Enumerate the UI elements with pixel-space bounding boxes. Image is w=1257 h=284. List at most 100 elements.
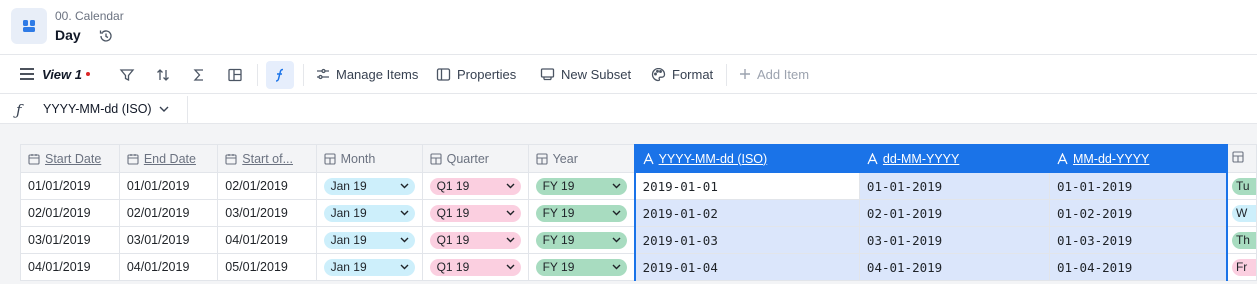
cell-dmy[interactable]: 02-01-2019 [858, 199, 1050, 227]
month-dropdown[interactable]: Jan 19 [323, 231, 415, 249]
cell-month[interactable]: Jan 19 [315, 199, 423, 227]
cell-start-date[interactable]: 01/01/2019 [20, 172, 120, 200]
cell-mdy[interactable]: 01-02-2019 [1048, 199, 1228, 227]
cell-start-date[interactable]: 04/01/2019 [20, 253, 120, 281]
cell-start-of[interactable]: 03/01/2019 [217, 199, 317, 227]
view-label: View 1 [42, 66, 82, 82]
cell-start-of[interactable]: 02/01/2019 [217, 172, 317, 200]
column-header-selected[interactable]: dd-MM-YYYY [858, 144, 1050, 173]
cell-mdy[interactable]: 01-03-2019 [1048, 226, 1228, 254]
chevron-down-icon [400, 264, 409, 270]
cell-quarter[interactable]: Q1 19 [421, 199, 529, 227]
cell-year[interactable]: FY 19 [527, 172, 636, 200]
format-button[interactable]: Format [651, 55, 713, 93]
table-row[interactable]: 01/01/2019 01/01/2019 02/01/2019 Jan 19 Q1 1… [20, 172, 1257, 200]
cell-end-date[interactable]: 04/01/2019 [118, 253, 219, 281]
quarter-dropdown[interactable]: Q1 19 [429, 177, 521, 195]
filter-button[interactable] [113, 61, 141, 89]
toolbar-divider [726, 64, 727, 86]
cell-iso[interactable]: 2019-01-04 [633, 253, 860, 281]
formula-button[interactable] [266, 61, 294, 89]
chevron-down-icon [400, 237, 409, 243]
cell-start-of[interactable]: 05/01/2019 [217, 253, 317, 281]
calendar-icon [28, 153, 40, 165]
cell-start-date[interactable]: 03/01/2019 [20, 226, 120, 254]
palette-icon [651, 67, 666, 81]
new-subset-button[interactable]: New Subset [540, 55, 631, 93]
cell-dmy[interactable]: 04-01-2019 [858, 253, 1050, 281]
cell-dmy[interactable]: 01-01-2019 [858, 172, 1050, 200]
layout-button[interactable] [221, 61, 249, 89]
cell-end-date[interactable]: 03/01/2019 [118, 226, 219, 254]
property-selector[interactable]: YYYY-MM-dd (ISO) [43, 102, 169, 116]
cell-partial[interactable]: W [1226, 199, 1257, 227]
properties-button[interactable]: Properties [436, 55, 516, 93]
text-icon [1057, 152, 1068, 164]
cell-year[interactable]: FY 19 [527, 199, 636, 227]
toolbar-divider [257, 64, 258, 86]
chevron-down-icon [506, 183, 515, 189]
table-row[interactable]: 02/01/2019 02/01/2019 03/01/2019 Jan 19 Q1 1… [20, 199, 1257, 227]
cell-quarter[interactable]: Q1 19 [421, 172, 529, 200]
cell-mdy[interactable]: 01-04-2019 [1048, 253, 1228, 281]
column-header-selected[interactable]: MM-dd-YYYY [1048, 144, 1228, 173]
cell-iso[interactable]: 2019-01-01 [633, 172, 860, 200]
calendar-app-icon[interactable] [11, 8, 47, 44]
sort-button[interactable] [149, 61, 177, 89]
cell-year[interactable]: FY 19 [527, 226, 636, 254]
summary-button[interactable] [185, 61, 213, 89]
column-header[interactable]: Start Date [20, 144, 120, 173]
quarter-dropdown[interactable]: Q1 19 [429, 204, 521, 222]
toolbar-divider [303, 64, 304, 86]
cell-partial[interactable]: Tu [1226, 172, 1257, 200]
page-header: 00. Calendar Day [0, 0, 1257, 52]
month-dropdown[interactable]: Jan 19 [323, 204, 415, 222]
cell-quarter[interactable]: Q1 19 [421, 253, 529, 281]
filter-icon [119, 69, 135, 82]
view-selector[interactable]: View 1 [20, 55, 90, 93]
column-header[interactable]: Year [527, 144, 636, 173]
weekday-pill[interactable]: Tu [1231, 177, 1256, 195]
cell-month[interactable]: Jan 19 [315, 253, 423, 281]
year-dropdown[interactable]: FY 19 [535, 177, 627, 195]
cell-partial[interactable]: Fr [1226, 253, 1257, 281]
cell-iso[interactable]: 2019-01-03 [633, 226, 860, 254]
manage-items-button[interactable]: Manage Items [316, 55, 418, 93]
cell-month[interactable]: Jan 19 [315, 172, 423, 200]
cell-partial[interactable]: Th [1226, 226, 1257, 254]
column-header[interactable]: Start of... [217, 144, 317, 173]
sort-icon [157, 69, 169, 81]
cell-mdy[interactable]: 01-01-2019 [1048, 172, 1228, 200]
add-item-button[interactable]: Add Item [739, 55, 809, 93]
year-dropdown[interactable]: FY 19 [535, 258, 627, 276]
column-header-partial[interactable] [1226, 144, 1257, 173]
table-row[interactable]: 03/01/2019 03/01/2019 04/01/2019 Jan 19 Q1 1… [20, 226, 1257, 254]
column-header[interactable]: Quarter [421, 144, 529, 173]
column-header[interactable]: End Date [118, 144, 219, 173]
cell-year[interactable]: FY 19 [527, 253, 636, 281]
table-row[interactable]: 04/01/2019 04/01/2019 05/01/2019 Jan 19 Q1 1… [20, 253, 1257, 281]
cell-iso[interactable]: 2019-01-02 [633, 199, 860, 227]
weekday-pill[interactable]: Th [1231, 231, 1256, 249]
month-dropdown[interactable]: Jan 19 [323, 177, 415, 195]
cell-start-of[interactable]: 04/01/2019 [217, 226, 317, 254]
quarter-dropdown[interactable]: Q1 19 [429, 258, 521, 276]
weekday-pill[interactable]: Fr [1231, 258, 1256, 276]
weekday-pill[interactable]: W [1231, 204, 1256, 222]
cell-month[interactable]: Jan 19 [315, 226, 423, 254]
year-dropdown[interactable]: FY 19 [535, 204, 627, 222]
month-dropdown[interactable]: Jan 19 [323, 258, 415, 276]
formula-bar: ƒ YYYY-MM-dd (ISO) [0, 96, 1257, 124]
year-dropdown[interactable]: FY 19 [535, 231, 627, 249]
cell-quarter[interactable]: Q1 19 [421, 226, 529, 254]
column-header[interactable]: Month [315, 144, 423, 173]
cell-dmy[interactable]: 03-01-2019 [858, 226, 1050, 254]
cell-end-date[interactable]: 01/01/2019 [118, 172, 219, 200]
text-icon [867, 152, 878, 164]
cell-start-date[interactable]: 02/01/2019 [20, 199, 120, 227]
cell-end-date[interactable]: 02/01/2019 [118, 199, 219, 227]
breadcrumb[interactable]: 00. Calendar [55, 9, 124, 23]
column-header-selected[interactable]: YYYY-MM-dd (ISO) [633, 144, 860, 173]
history-icon[interactable] [98, 28, 114, 44]
quarter-dropdown[interactable]: Q1 19 [429, 231, 521, 249]
